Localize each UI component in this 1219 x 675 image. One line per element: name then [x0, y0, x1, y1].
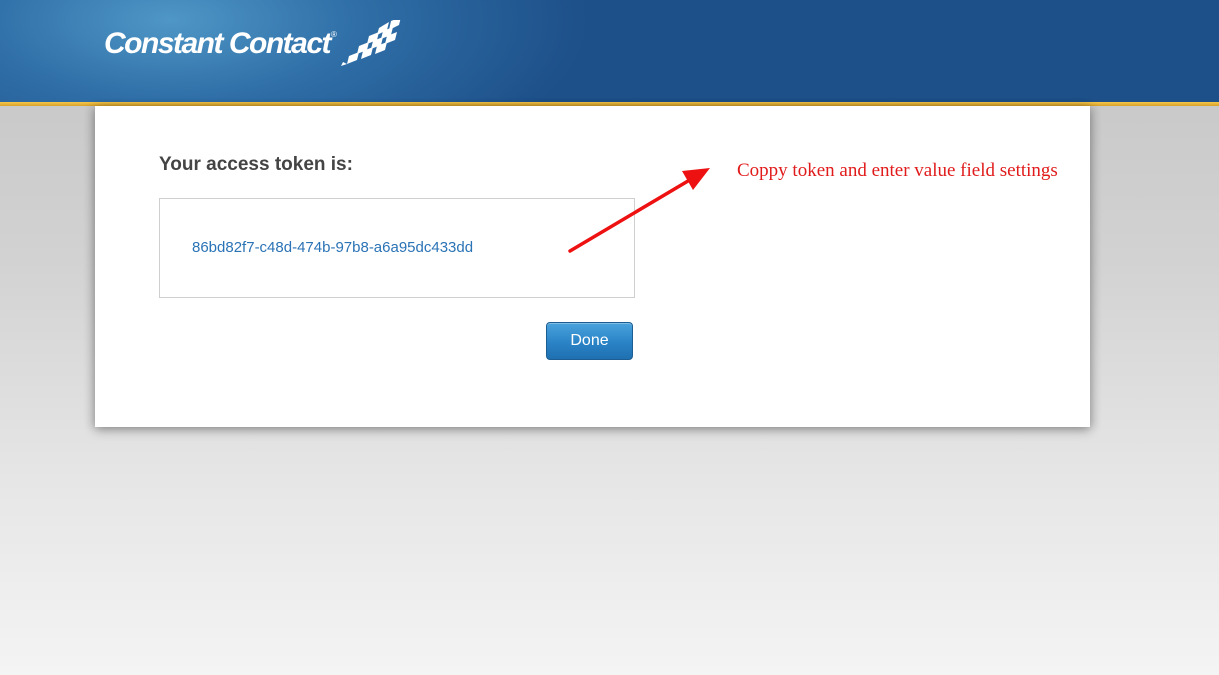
- annotation-note: Coppy token and enter value field settin…: [737, 160, 1058, 181]
- access-token-value[interactable]: 86bd82f7-c48d-474b-97b8-a6a95dc433dd: [192, 239, 473, 256]
- constant-contact-logo: Constant Contact ®: [104, 20, 403, 70]
- header-bar: Constant Contact ®: [0, 0, 1219, 102]
- access-token-heading: Your access token is:: [159, 154, 353, 175]
- done-button[interactable]: Done: [546, 322, 633, 360]
- logo-registered-mark: ®: [331, 30, 337, 39]
- checkered-flag-icon: [340, 20, 401, 66]
- arrow-icon: [568, 168, 710, 253]
- token-panel: Your access token is: 86bd82f7-c48d-474b…: [95, 106, 1090, 427]
- logo-text: Constant Contact: [104, 27, 332, 60]
